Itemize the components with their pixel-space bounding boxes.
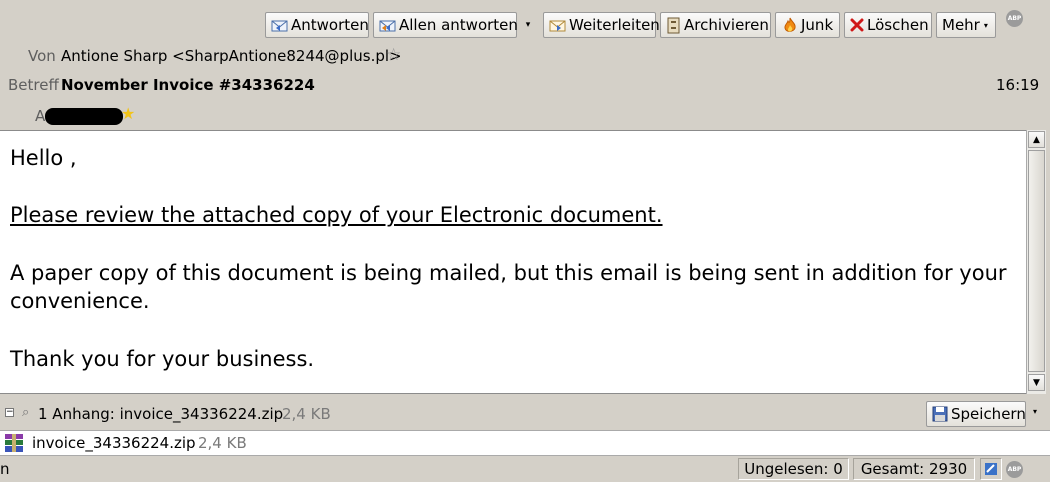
attachment-item[interactable]: invoice_34336224.zip 2,4 KB — [0, 431, 1050, 455]
reply-label: Antworten — [291, 16, 369, 34]
to-label: A — [35, 107, 46, 125]
archive-icon — [666, 17, 681, 34]
status-bar: n Ungelesen: 0 Gesamt: 2930 ABP — [0, 456, 1050, 482]
scroll-thumb[interactable] — [1028, 150, 1045, 372]
delete-icon — [850, 17, 864, 34]
scroll-up-icon[interactable]: ▲ — [1028, 131, 1045, 148]
delete-button[interactable]: Löschen — [844, 12, 932, 38]
reply-button[interactable]: Antworten — [265, 12, 369, 38]
more-dropdown-icon: ▾ — [983, 20, 988, 30]
fire-icon — [781, 17, 798, 34]
forward-icon — [549, 17, 566, 34]
from-value[interactable]: Antione Sharp <SharpAntione8244@plus.pl> — [61, 47, 402, 65]
save-attachment-button[interactable]: Speichern — [926, 401, 1026, 427]
adblock-status-icon[interactable]: ABP — [1006, 461, 1023, 478]
message-time: 16:19 — [996, 76, 1040, 94]
archive-button[interactable]: Archivieren — [660, 12, 771, 38]
delete-label: Löschen — [867, 16, 929, 34]
star-filled-icon[interactable]: ★ — [121, 104, 135, 123]
zip-archive-icon — [3, 433, 25, 457]
subject-label: Betreff — [8, 76, 59, 94]
forward-button[interactable]: Weiterleiten — [543, 12, 660, 38]
junk-button[interactable]: Junk — [775, 12, 840, 38]
attachment-list: invoice_34336224.zip 2,4 KB — [0, 430, 1050, 456]
collapse-toggle-icon[interactable]: − — [5, 408, 14, 417]
save-dropdown-icon[interactable]: ▾ — [1033, 407, 1037, 416]
review-document-link[interactable]: Please review the attached copy of your … — [10, 201, 663, 229]
star-outline-icon[interactable]: ☆ — [386, 45, 401, 65]
from-label: Von — [28, 47, 56, 65]
reply-all-label: Allen antworten — [399, 16, 518, 34]
reply-all-button[interactable]: Allen antworten — [373, 12, 518, 38]
junk-label: Junk — [801, 16, 834, 34]
more-label: Mehr — [942, 16, 980, 34]
archive-label: Archivieren — [684, 16, 769, 34]
more-button[interactable]: Mehr ▾ — [936, 12, 996, 38]
unread-count: Ungelesen: 0 — [738, 458, 849, 480]
reply-icon — [271, 17, 288, 34]
paragraph-line-1: A paper copy of this document is being m… — [10, 261, 1007, 285]
forward-label: Weiterleiten — [569, 16, 660, 34]
message-toolbar: Antworten Allen antworten ▾ Weiterleiten… — [265, 10, 1000, 40]
redacted-recipient — [45, 108, 123, 125]
attachment-summary-size: 2,4 KB — [282, 405, 331, 423]
reply-all-icon — [379, 17, 396, 34]
attachment-size: 2,4 KB — [198, 434, 247, 452]
status-text: n — [0, 460, 10, 478]
message-body: Hello , Please review the attached copy … — [0, 130, 1026, 394]
attachment-summary: 1 Anhang: invoice_34336224.zip — [38, 405, 284, 423]
scroll-down-icon[interactable]: ▼ — [1028, 374, 1045, 391]
reply-all-dropdown-icon[interactable]: ▾ — [523, 12, 533, 38]
adblock-icon[interactable]: ABP — [1006, 10, 1023, 27]
message-scrollbar[interactable]: ▲ ▼ — [1026, 130, 1046, 394]
attachment-name: invoice_34336224.zip — [32, 434, 196, 452]
total-count: Gesamt: 2930 — [853, 458, 975, 480]
floppy-disk-icon — [932, 406, 948, 423]
subject-value: November Invoice #34336224 — [61, 76, 315, 94]
offline-status-icon[interactable] — [980, 458, 1002, 480]
save-attachment-label: Speichern — [951, 405, 1026, 423]
closing-text: Thank you for your business. — [10, 347, 315, 371]
paperclip-icon: ⌕ — [22, 405, 30, 420]
paragraph-line-2: convenience. — [10, 289, 150, 313]
greeting-text: Hello , — [10, 146, 77, 170]
attachment-bar: − ⌕ 1 Anhang: invoice_34336224.zip 2,4 K… — [0, 400, 1050, 428]
